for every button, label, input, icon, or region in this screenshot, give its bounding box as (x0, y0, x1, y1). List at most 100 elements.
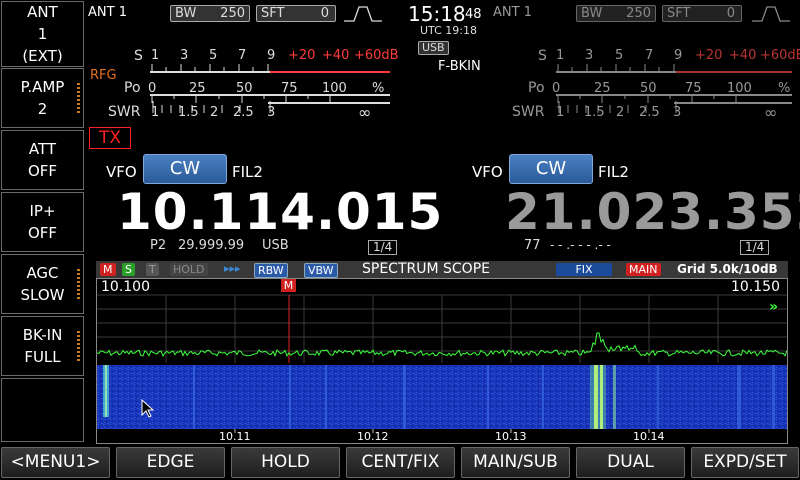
dual-button[interactable]: DUAL (576, 447, 685, 478)
swr-tick: 1 (151, 105, 160, 120)
sft-label: SFT (667, 6, 691, 21)
clock-time: 15:18 (408, 2, 466, 26)
sub-sft-box[interactable]: SFT 0 (662, 5, 742, 22)
clock-seconds: 48 (465, 7, 482, 22)
sub-mode-button[interactable]: CW (509, 154, 593, 184)
preamp-button[interactable]: P.AMP 2 (1, 68, 84, 128)
scope-rbw-tag[interactable]: RBW (254, 263, 288, 278)
hold-button[interactable]: HOLD (231, 447, 340, 478)
sub-swr-tick: 1.5 (584, 105, 605, 120)
scope-t-tag[interactable]: T (146, 263, 159, 276)
scope-main-mode-tag[interactable]: MAIN (626, 263, 661, 276)
scope-edge-high: 10.150 (731, 279, 780, 295)
scope-hold-tag[interactable]: HOLD (170, 263, 208, 276)
scope-edge-low: 10.100 (101, 279, 150, 295)
mouse-cursor-icon (141, 399, 155, 418)
p2-frequency: 29.999.99 (178, 238, 245, 253)
sub-s-plus-tick: +60dB (760, 48, 800, 63)
s-tick: 9 (267, 48, 276, 63)
side-panel-empty (1, 378, 84, 442)
scope-title: SPECTRUM SCOPE (362, 261, 490, 277)
main-sft-box[interactable]: SFT 0 (256, 5, 336, 22)
att-value: OFF (27, 162, 58, 180)
sub-s-plus-tick: +20 (695, 48, 723, 63)
spectrum-display (97, 294, 787, 443)
sub-s-tick: 9 (674, 48, 683, 63)
cent-fix-button[interactable]: CENT/FIX (346, 447, 455, 478)
setting-indicator (77, 269, 80, 301)
sub-swr-tick: 2 (616, 105, 625, 120)
ant-ext: (EXT) (22, 47, 63, 65)
scope-marker[interactable]: M (281, 279, 296, 292)
scope-vbw-tag[interactable]: VBW (304, 263, 338, 278)
main-ant-label: ANT 1 (88, 5, 127, 20)
scope-freq-label: 10.12 (357, 430, 389, 443)
scope-freq-label: 10.14 (633, 430, 665, 443)
po-meter-label: Po (124, 80, 141, 96)
preamp-label: P.AMP (20, 78, 65, 96)
agc-button[interactable]: AGC SLOW (1, 254, 84, 314)
sub-po-meter-label: Po (528, 80, 545, 96)
main-frequency[interactable]: 10.114.015 (117, 183, 443, 241)
sub-swr-meter-label: SWR (512, 104, 545, 120)
main-sub-button[interactable]: MAIN/SUB (461, 447, 570, 478)
sub-vfo-label: VFO (472, 163, 503, 181)
expd-set-button[interactable]: EXPD/SET (691, 447, 799, 478)
ipplus-value: OFF (27, 224, 58, 242)
edge-button[interactable]: EDGE (116, 447, 225, 478)
p2-label: P2 (150, 238, 167, 253)
agc-label: AGC (26, 264, 59, 282)
sub-s-meter-label: S (538, 48, 547, 64)
main-bw-box[interactable]: BW 250 (170, 5, 250, 22)
ant-label: ANT (27, 3, 58, 21)
bkin-label: BK-IN (22, 326, 63, 344)
sub-memo-number: 77 (524, 238, 541, 253)
ipplus-label: IP+ (29, 202, 56, 220)
scope-main-tag[interactable]: M (100, 263, 116, 276)
sub-swr-tick: ∞ (764, 103, 778, 122)
s-plus-tick: +40 (322, 48, 350, 63)
bw-label: BW (581, 6, 603, 21)
bkin-button[interactable]: BK-IN FULL (1, 316, 84, 376)
swr-tick: 2 (210, 105, 219, 120)
scope-sub-tag[interactable]: S (122, 263, 135, 276)
main-filter-label: FIL2 (232, 163, 263, 181)
scope-frame[interactable]: 10.100 10.150 M » 10.11 10.12 10.13 10.1… (96, 278, 788, 444)
scope-header: M S T HOLD ▸▸▸ RBW VBW SPECTRUM SCOPE FI… (96, 261, 788, 278)
preamp-value: 2 (37, 100, 48, 118)
sub-bw-box[interactable]: BW 250 (576, 5, 656, 22)
sub-step-fraction: 1/4 (740, 240, 770, 255)
ipplus-button[interactable]: IP+ OFF (1, 192, 84, 252)
main-mode-button[interactable]: CW (143, 154, 227, 184)
sft-label: SFT (261, 6, 285, 21)
scope-fix-tag[interactable]: FIX (556, 263, 612, 276)
sub-frequency[interactable]: 21.023.352 (505, 183, 800, 241)
swr-tick: ∞ (358, 103, 372, 122)
scope-speed-icon: ▸▸▸ (224, 262, 241, 275)
setting-indicator (77, 331, 80, 363)
p2-mode: USB (262, 238, 289, 253)
ant-button[interactable]: ANT 1 (EXT) (1, 1, 84, 67)
att-button[interactable]: ATT OFF (1, 130, 84, 190)
swr-line (268, 102, 390, 104)
s-plus-tick: +60dB (354, 48, 399, 63)
rfg-label: RFG (90, 68, 117, 83)
sub-s-tick: 5 (615, 48, 624, 63)
bw-value: 250 (220, 6, 245, 21)
filter-shape-icon (344, 6, 382, 22)
sub-memo-name: - - .- - - .- - (550, 238, 611, 252)
s-tick: 3 (180, 48, 189, 63)
s-tick: 5 (209, 48, 218, 63)
sub-swr-tick: 1 (556, 105, 565, 120)
sub-s-plus-tick: +40 (729, 48, 757, 63)
sub-swr-tick: 2.5 (639, 105, 660, 120)
menu-button[interactable]: <MENU1> (1, 447, 110, 478)
tx-indicator: TX (89, 127, 131, 149)
scroll-right-icon[interactable]: » (769, 299, 778, 315)
s-meter-scale (150, 64, 390, 73)
scope-freq-label: 10.13 (495, 430, 527, 443)
scope-grid-label: Grid 5.0k/10dB (677, 262, 778, 276)
sub-ant-label: ANT 1 (493, 5, 532, 20)
s-tick: 7 (238, 48, 247, 63)
swr-tick: 1.5 (178, 105, 199, 120)
